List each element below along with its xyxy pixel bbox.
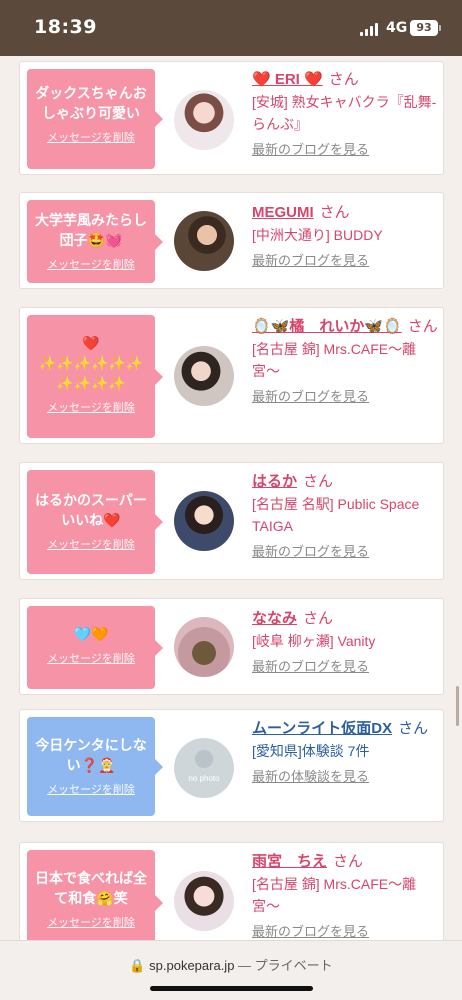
shop-name: [安城] 熟女キャバクラ『乱舞-らんぶ』 — [252, 94, 437, 132]
message-bubble: ❤️ ✨✨✨✨✨✨ ✨✨✨✨ メッセージを削除 — [27, 315, 163, 438]
message-text: 大学芋風みたらし団子🤩💓 — [35, 212, 147, 248]
battery-tip — [439, 25, 441, 31]
delete-message-link[interactable]: メッセージを削除 — [27, 399, 155, 415]
profile-name-link[interactable]: 雨宮 ちえ — [252, 853, 327, 870]
latest-blog-link[interactable]: 最新のブログを見る — [252, 656, 369, 675]
shop-name: [名古屋 錦] Mrs.CAFE〜離宮〜 — [252, 876, 417, 914]
profile-info: ななみ さん [岐阜 柳ヶ瀬] Vanity 最新のブログを見る — [252, 607, 440, 676]
message-card: 🩵🧡 メッセージを削除 ななみ さん [岐阜 柳ヶ瀬] Vanity 最新のブログ… — [19, 598, 444, 695]
latest-blog-link[interactable]: 最新のブログを見る — [252, 541, 369, 560]
shop-name: [岐阜 柳ヶ瀬] Vanity — [252, 633, 376, 649]
latest-blog-link[interactable]: 最新のブログを見る — [252, 250, 369, 269]
avatar[interactable] — [174, 90, 234, 150]
no-photo-label: no photo — [188, 774, 220, 783]
delete-message-link[interactable]: メッセージを削除 — [27, 536, 155, 552]
message-card: はるかのスーパーいいね❤️ メッセージを削除 はるか さん [名古屋 名駅] Pu… — [19, 462, 444, 580]
delete-message-link[interactable]: メッセージを削除 — [27, 914, 155, 930]
message-bubble: 大学芋風みたらし団子🤩💓 メッセージを削除 — [27, 200, 163, 283]
latest-review-link[interactable]: 最新の体験談を見る — [252, 766, 369, 785]
private-mode-label: — プライベート — [238, 958, 333, 973]
message-bubble: 🩵🧡 メッセージを削除 — [27, 606, 163, 689]
honorific: さん — [319, 204, 350, 221]
shop-name: [名古屋 名駅] Public Space TAIGA — [252, 496, 420, 534]
message-card: 今日ケンタにしない❓🤶 メッセージを削除 no photo ムーンライト仮面DX… — [19, 709, 444, 822]
honorific: さん — [333, 853, 364, 870]
message-card: ❤️ ✨✨✨✨✨✨ ✨✨✨✨ メッセージを削除 🪞🦋橘 れいか🦋🪞 さん [名古屋… — [19, 307, 444, 444]
message-text: はるかのスーパーいいね❤️ — [35, 492, 147, 528]
signal-icon — [360, 23, 380, 36]
honorific: さん — [303, 473, 334, 490]
url-display[interactable]: 🔒 sp.pokepara.jp — プライベート — [0, 955, 462, 974]
profile-name-link[interactable]: MEGUMI — [252, 204, 314, 221]
battery-icon: 93 — [410, 20, 438, 36]
message-text: 日本で食べれば全て和食🤗笑 — [35, 870, 147, 906]
delete-message-link[interactable]: メッセージを削除 — [27, 256, 155, 272]
profile-info: はるか さん [名古屋 名駅] Public Space TAIGA 最新のブログ… — [252, 470, 440, 561]
message-bubble: 今日ケンタにしない❓🤶 メッセージを削除 — [27, 717, 163, 816]
message-feed: ダックスちゃんおしゃぶり可愛い メッセージを削除 ❤️ ERI ❤️ さん [安城… — [0, 56, 462, 940]
shop-name: [中洲大通り] BUDDY — [252, 227, 383, 243]
honorific: さん — [303, 610, 334, 627]
message-bubble: ダックスちゃんおしゃぶり可愛い メッセージを削除 — [27, 69, 163, 169]
avatar[interactable] — [174, 871, 234, 931]
review-count: [愛知県]体験談 7件 — [252, 743, 370, 759]
profile-name-link[interactable]: はるか — [252, 473, 297, 490]
latest-blog-link[interactable]: 最新のブログを見る — [252, 921, 369, 940]
message-card: 日本で食べれば全て和食🤗笑 メッセージを削除 雨宮 ちえ さん [名古屋 錦] M… — [19, 842, 444, 940]
honorific: さん — [407, 318, 438, 335]
latest-blog-link[interactable]: 最新のブログを見る — [252, 139, 369, 158]
message-text: ❤️ ✨✨✨✨✨✨ ✨✨✨✨ — [38, 335, 144, 391]
profile-info: 🪞🦋橘 れいか🦋🪞 さん [名古屋 錦] Mrs.CAFE〜離宮〜 最新のブログを… — [252, 315, 440, 406]
message-text: 今日ケンタにしない❓🤶 — [35, 737, 147, 773]
scroll-indicator[interactable] — [456, 686, 459, 726]
profile-name-link[interactable]: ななみ — [252, 610, 297, 627]
avatar[interactable] — [174, 491, 234, 551]
latest-blog-link[interactable]: 最新のブログを見る — [252, 386, 369, 405]
honorific: さん — [328, 71, 359, 88]
message-text: ダックスちゃんおしゃぶり可愛い — [35, 85, 147, 121]
delete-message-link[interactable]: メッセージを削除 — [27, 781, 155, 797]
profile-info: ムーンライト仮面DX さん [愛知県]体験談 7件 最新の体験談を見る — [252, 717, 440, 786]
delete-message-link[interactable]: メッセージを削除 — [27, 129, 155, 145]
message-bubble: はるかのスーパーいいね❤️ メッセージを削除 — [27, 470, 163, 574]
url-text: sp.pokepara.jp — [149, 958, 235, 973]
avatar[interactable] — [174, 346, 234, 406]
message-card: ダックスちゃんおしゃぶり可愛い メッセージを削除 ❤️ ERI ❤️ さん [安城… — [19, 61, 444, 175]
profile-info: MEGUMI さん [中洲大通り] BUDDY 最新のブログを見る — [252, 201, 440, 270]
profile-name-link[interactable]: ❤️ ERI ❤️ — [252, 71, 323, 88]
shop-name: [名古屋 錦] Mrs.CAFE〜離宮〜 — [252, 341, 417, 379]
message-card: 大学芋風みたらし団子🤩💓 メッセージを削除 MEGUMI さん [中洲大通り] B… — [19, 192, 444, 289]
profile-info: ❤️ ERI ❤️ さん [安城] 熟女キャバクラ『乱舞-らんぶ』 最新のブログを… — [252, 68, 440, 159]
home-indicator[interactable] — [150, 986, 313, 991]
delete-message-link[interactable]: メッセージを削除 — [27, 650, 155, 666]
avatar[interactable] — [174, 211, 234, 271]
profile-info: 雨宮 ちえ さん [名古屋 錦] Mrs.CAFE〜離宮〜 最新のブログを見る — [252, 850, 440, 940]
avatar[interactable]: no photo — [174, 738, 234, 798]
message-bubble: 日本で食べれば全て和食🤗笑 メッセージを削除 — [27, 850, 163, 940]
avatar[interactable] — [174, 617, 234, 677]
status-time: 18:39 — [34, 16, 97, 38]
profile-name-link[interactable]: ムーンライト仮面DX — [252, 720, 392, 737]
message-text: 🩵🧡 — [73, 626, 109, 642]
profile-name-link[interactable]: 🪞🦋橘 れいか🦋🪞 — [252, 318, 402, 335]
honorific: さん — [398, 720, 429, 737]
lock-icon: 🔒 — [129, 958, 146, 973]
status-bar: 18:39 4G 93 — [0, 0, 462, 56]
browser-url-bar[interactable]: 🔒 sp.pokepara.jp — プライベート — [0, 940, 462, 1000]
network-label: 4G — [386, 20, 408, 36]
